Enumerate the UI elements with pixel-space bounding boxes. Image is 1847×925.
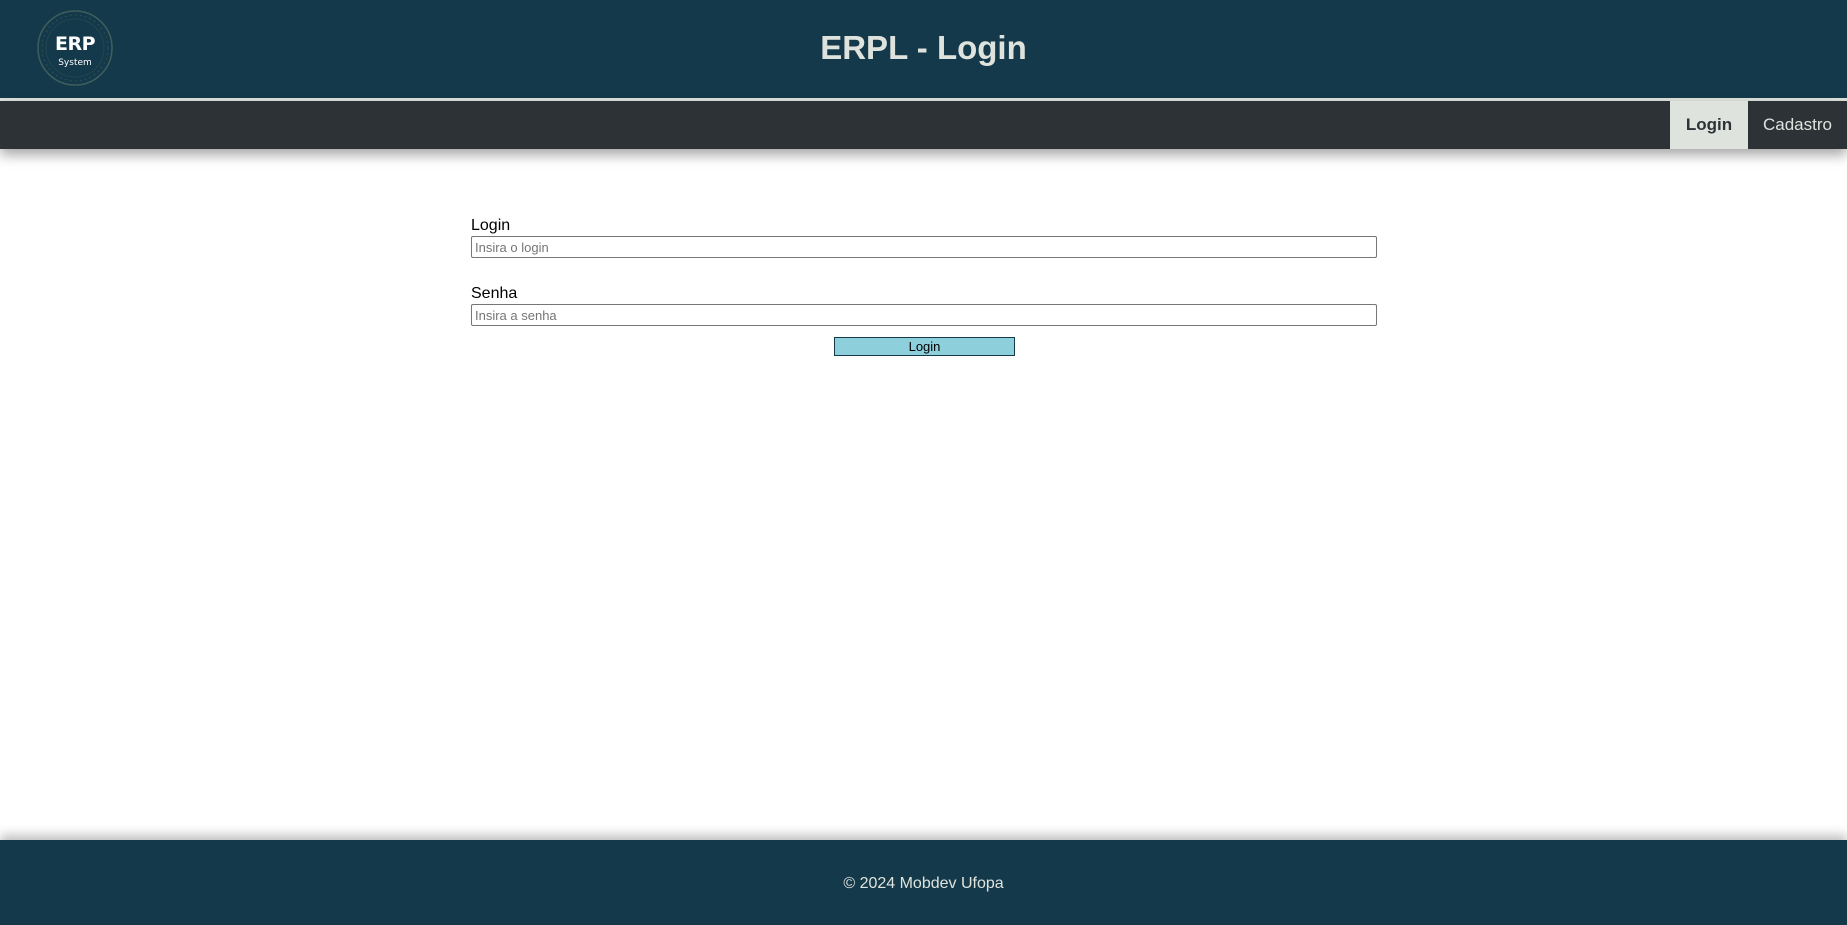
password-input[interactable] xyxy=(471,304,1377,326)
password-field-group: Senha xyxy=(471,284,1377,326)
nav-item-cadastro[interactable]: Cadastro xyxy=(1748,101,1847,149)
footer-copyright: © 2024 Mobdev Ufopa xyxy=(843,875,1004,892)
password-label: Senha xyxy=(471,285,518,302)
page-title: ERPL - Login xyxy=(820,29,1027,66)
top-navbar: Login Cadastro xyxy=(0,101,1847,149)
page-footer: © 2024 Mobdev Ufopa xyxy=(0,840,1847,925)
login-form: Login Senha xyxy=(471,216,1377,326)
login-submit-button[interactable]: Login xyxy=(834,337,1015,356)
login-field-group: Login xyxy=(471,216,1377,258)
page-header: ERP System ERPL - Login xyxy=(0,0,1847,101)
login-label: Login xyxy=(471,217,511,234)
login-input[interactable] xyxy=(471,236,1377,258)
nav-item-login[interactable]: Login xyxy=(1670,101,1748,149)
